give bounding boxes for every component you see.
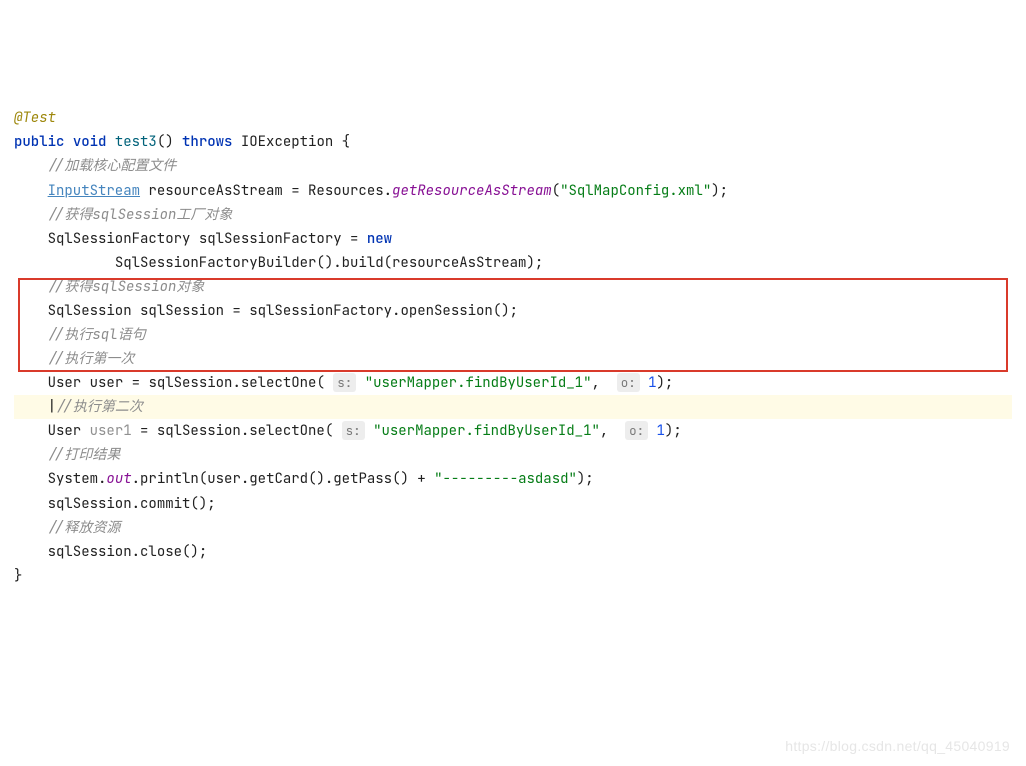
ref-user: user	[207, 470, 241, 488]
method-commit: commit	[140, 495, 190, 513]
comment-exec-sql: //执行sql语句	[48, 326, 146, 344]
method-close: close	[140, 543, 182, 561]
var-user1: user1	[90, 422, 132, 440]
exception-type: IOException	[241, 133, 333, 151]
kw-public: public	[14, 133, 64, 151]
string-mapper-1: "userMapper.findByUserId_1"	[365, 374, 592, 392]
method-get-resource: getResourceAsStream	[392, 182, 552, 200]
comment-exec-second: //执行第二次	[56, 398, 143, 416]
class-system: System	[48, 470, 98, 488]
kw-void: void	[73, 133, 107, 151]
comment-print-result: //打印结果	[48, 446, 121, 464]
ref-sqlsession-1: sqlSession	[148, 374, 232, 392]
caret: |	[48, 398, 56, 416]
type-inputstream[interactable]: InputStream	[48, 182, 140, 200]
watermark: https://blog.csdn.net/qq_45040919	[785, 734, 1010, 758]
var-sqlsessionfactory: sqlSessionFactory	[199, 230, 342, 248]
close-brace: }	[14, 567, 22, 585]
string-dashes: "---------asdasd"	[434, 470, 577, 488]
field-out: out	[106, 470, 131, 488]
method-println: println	[140, 470, 199, 488]
comment-exec-first: //执行第一次	[48, 350, 135, 368]
method-getcard: getCard	[249, 470, 308, 488]
type-sqlsession: SqlSession	[48, 302, 132, 320]
param-hint-o-1: o:	[617, 373, 640, 392]
kw-throws: throws	[182, 133, 232, 151]
comment-load-config: //加载核心配置文件	[48, 157, 177, 175]
method-build: build	[342, 254, 384, 272]
var-resource-as-stream: resourceAsStream	[148, 182, 282, 200]
comment-get-factory: //获得sqlSession工厂对象	[48, 206, 233, 224]
annotation: @Test	[14, 109, 56, 127]
string-config-file: "SqlMapConfig.xml"	[560, 182, 711, 200]
class-resources: Resources	[308, 182, 384, 200]
active-line: |//执行第二次	[14, 395, 1012, 419]
param-hint-s-2: s:	[342, 421, 365, 440]
type-sqlsessionfactorybuilder: SqlSessionFactoryBuilder	[115, 254, 317, 272]
ref-sqlsession-2: sqlSession	[157, 422, 241, 440]
type-user-2: User	[48, 422, 82, 440]
code-block: @Test public void test3() throws IOExcep…	[14, 106, 1012, 588]
ref-sqlsession-close: sqlSession	[48, 543, 132, 561]
method-getpass: getPass	[333, 470, 392, 488]
arg-resource-as-stream: resourceAsStream	[392, 254, 526, 272]
ref-sqlsession-commit: sqlSession	[48, 495, 132, 513]
method-selectone-2: selectOne	[249, 422, 325, 440]
var-sqlsession: sqlSession	[140, 302, 224, 320]
type-sqlsessionfactory: SqlSessionFactory	[48, 230, 191, 248]
kw-new: new	[367, 230, 392, 248]
open-brace: {	[342, 133, 350, 151]
param-hint-s-1: s:	[333, 373, 356, 392]
comment-get-session: //获得sqlSession对象	[48, 278, 205, 296]
number-one-2: 1	[657, 422, 665, 440]
type-user: User	[48, 374, 82, 392]
ref-sqlsessionfactory: sqlSessionFactory	[249, 302, 392, 320]
method-opensession: openSession	[400, 302, 492, 320]
var-user: user	[90, 374, 124, 392]
method-selectone-1: selectOne	[241, 374, 317, 392]
number-one-1: 1	[648, 374, 656, 392]
param-hint-o-2: o:	[625, 421, 648, 440]
method-name: test3	[115, 133, 157, 151]
string-mapper-2: "userMapper.findByUserId_1"	[373, 422, 600, 440]
